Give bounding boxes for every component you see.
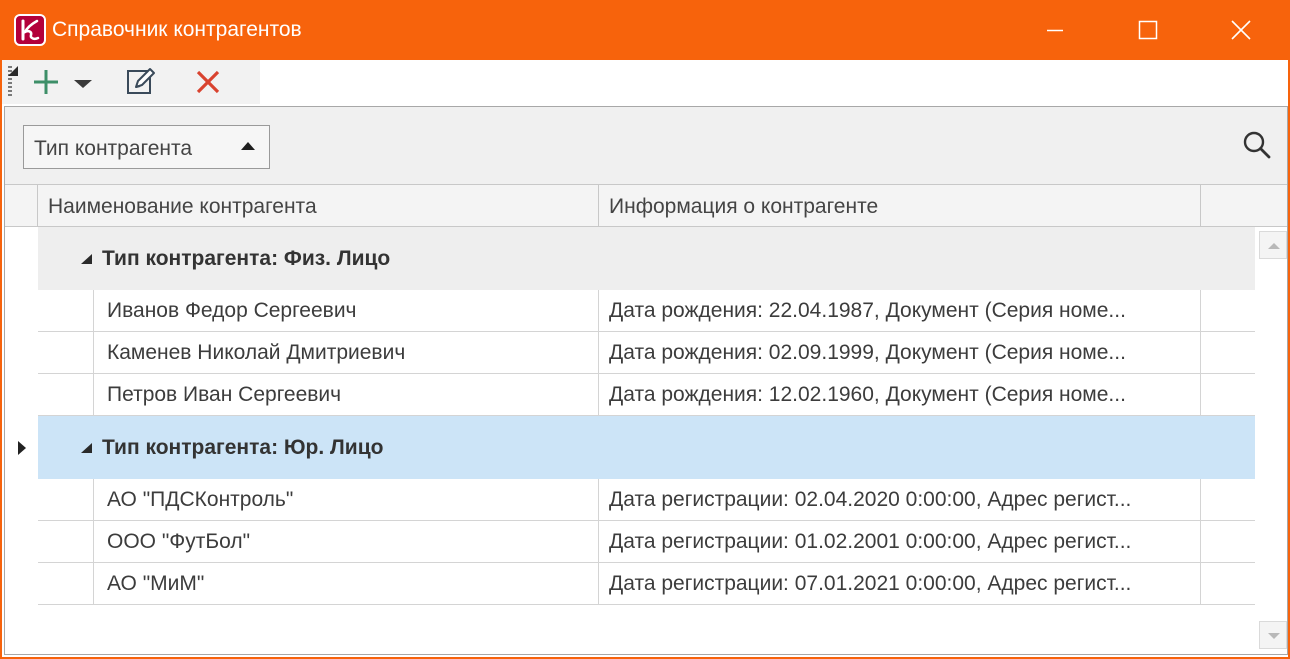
chevron-down-icon: [1268, 633, 1280, 639]
vertical-scrollbar[interactable]: [1255, 227, 1287, 654]
grid-header: Наименование контрагента Информация о ко…: [5, 185, 1287, 227]
plus-icon: [34, 70, 58, 94]
cell-name[interactable]: Иванов Федор Сергеевич: [94, 290, 599, 331]
chevron-up-icon: [1268, 243, 1280, 249]
cell-name[interactable]: Петров Иван Сергеевич: [94, 374, 599, 415]
search-icon: [1243, 131, 1271, 159]
table-row[interactable]: Иванов Федор Сергеевич Дата рождения: 22…: [38, 290, 1255, 332]
group-label: Тип контрагента: Юр. Лицо: [102, 436, 384, 459]
maximize-icon: [1138, 20, 1158, 40]
overflow-arrow-icon: [8, 66, 18, 76]
title-bar[interactable]: Справочник контрагентов: [0, 0, 1290, 60]
minimize-button[interactable]: [1009, 0, 1101, 60]
column-header-filler: [1201, 185, 1287, 227]
maximize-button[interactable]: [1101, 0, 1193, 60]
cell-info[interactable]: Дата регистрации: 01.02.2001 0:00:00, Ад…: [599, 521, 1201, 562]
group-label: Тип контрагента: Физ. Лицо: [102, 247, 391, 270]
edit-icon: [127, 68, 155, 94]
table-row[interactable]: АО "МиМ" Дата регистрации: 07.01.2021 0:…: [38, 563, 1255, 605]
search-button[interactable]: [1241, 129, 1273, 161]
row-indicator-column: [5, 227, 38, 654]
cell-info[interactable]: Дата рождения: 12.02.1960, Документ (Сер…: [599, 374, 1201, 415]
row-indent: [38, 290, 94, 332]
group-row[interactable]: Тип контрагента: Физ. Лицо: [38, 227, 1255, 290]
minimize-icon: [1047, 29, 1063, 32]
app-logo-icon: [14, 14, 46, 46]
row-indicator-header: [5, 185, 38, 227]
chevron-down-icon[interactable]: [74, 80, 92, 88]
grid-body: Тип контрагента: Физ. Лицо Иванов Федор …: [5, 227, 1255, 654]
table-row[interactable]: АО "ПДСКонтроль" Дата регистрации: 02.04…: [38, 479, 1255, 521]
group-by-label: Тип контрагента: [34, 137, 193, 160]
toolbar: [2, 60, 260, 104]
cell-info[interactable]: Дата регистрации: 07.01.2021 0:00:00, Ад…: [599, 563, 1201, 604]
cell-info[interactable]: Дата рождения: 22.04.1987, Документ (Сер…: [599, 290, 1201, 331]
row-indent: [38, 521, 94, 563]
table-row[interactable]: Каменев Николай Дмитриевич Дата рождения…: [38, 332, 1255, 374]
group-row[interactable]: Тип контрагента: Юр. Лицо: [38, 416, 1255, 479]
row-indent: [38, 563, 94, 605]
cell-info[interactable]: Дата регистрации: 02.04.2020 0:00:00, Ад…: [599, 479, 1201, 520]
window-title: Справочник контрагентов: [52, 18, 302, 41]
group-expand-icon[interactable]: [80, 253, 94, 265]
toolbar-overflow-button[interactable]: [2, 60, 20, 78]
cell-name[interactable]: Каменев Николай Дмитриевич: [94, 332, 599, 373]
add-button[interactable]: [30, 66, 102, 98]
row-indent: [38, 332, 94, 374]
group-panel: Тип контрагента: [5, 107, 1287, 185]
row-indent: [38, 374, 94, 416]
table-row[interactable]: Петров Иван Сергеевич Дата рождения: 12.…: [38, 374, 1255, 416]
grid-container: Тип контрагента Наименование контрагента…: [4, 106, 1288, 655]
cell-name[interactable]: АО "МиМ": [94, 563, 599, 604]
group-by-chip[interactable]: Тип контрагента: [23, 125, 270, 169]
cell-info[interactable]: Дата рождения: 02.09.1999, Документ (Сер…: [599, 332, 1201, 373]
table-row[interactable]: ООО "ФутБол" Дата регистрации: 01.02.200…: [38, 521, 1255, 563]
close-icon: [1231, 20, 1251, 40]
current-row-indicator-icon: [18, 441, 26, 455]
window: Справочник контрагентов Тип контрагента …: [0, 0, 1290, 659]
column-header-name[interactable]: Наименование контрагента: [38, 185, 599, 227]
edit-button[interactable]: [124, 66, 164, 98]
scroll-down-button[interactable]: [1259, 621, 1287, 649]
cell-name[interactable]: ООО "ФутБол": [94, 521, 599, 562]
cell-name[interactable]: АО "ПДСКонтроль": [94, 479, 599, 520]
close-button[interactable]: [1193, 0, 1285, 60]
sort-ascending-icon: [241, 142, 255, 150]
group-expand-icon[interactable]: [80, 442, 94, 454]
row-indent: [38, 479, 94, 521]
column-header-info[interactable]: Информация о контрагенте: [599, 185, 1201, 227]
scroll-up-button[interactable]: [1259, 231, 1287, 259]
delete-button[interactable]: [188, 66, 228, 98]
x-icon: [196, 70, 220, 94]
